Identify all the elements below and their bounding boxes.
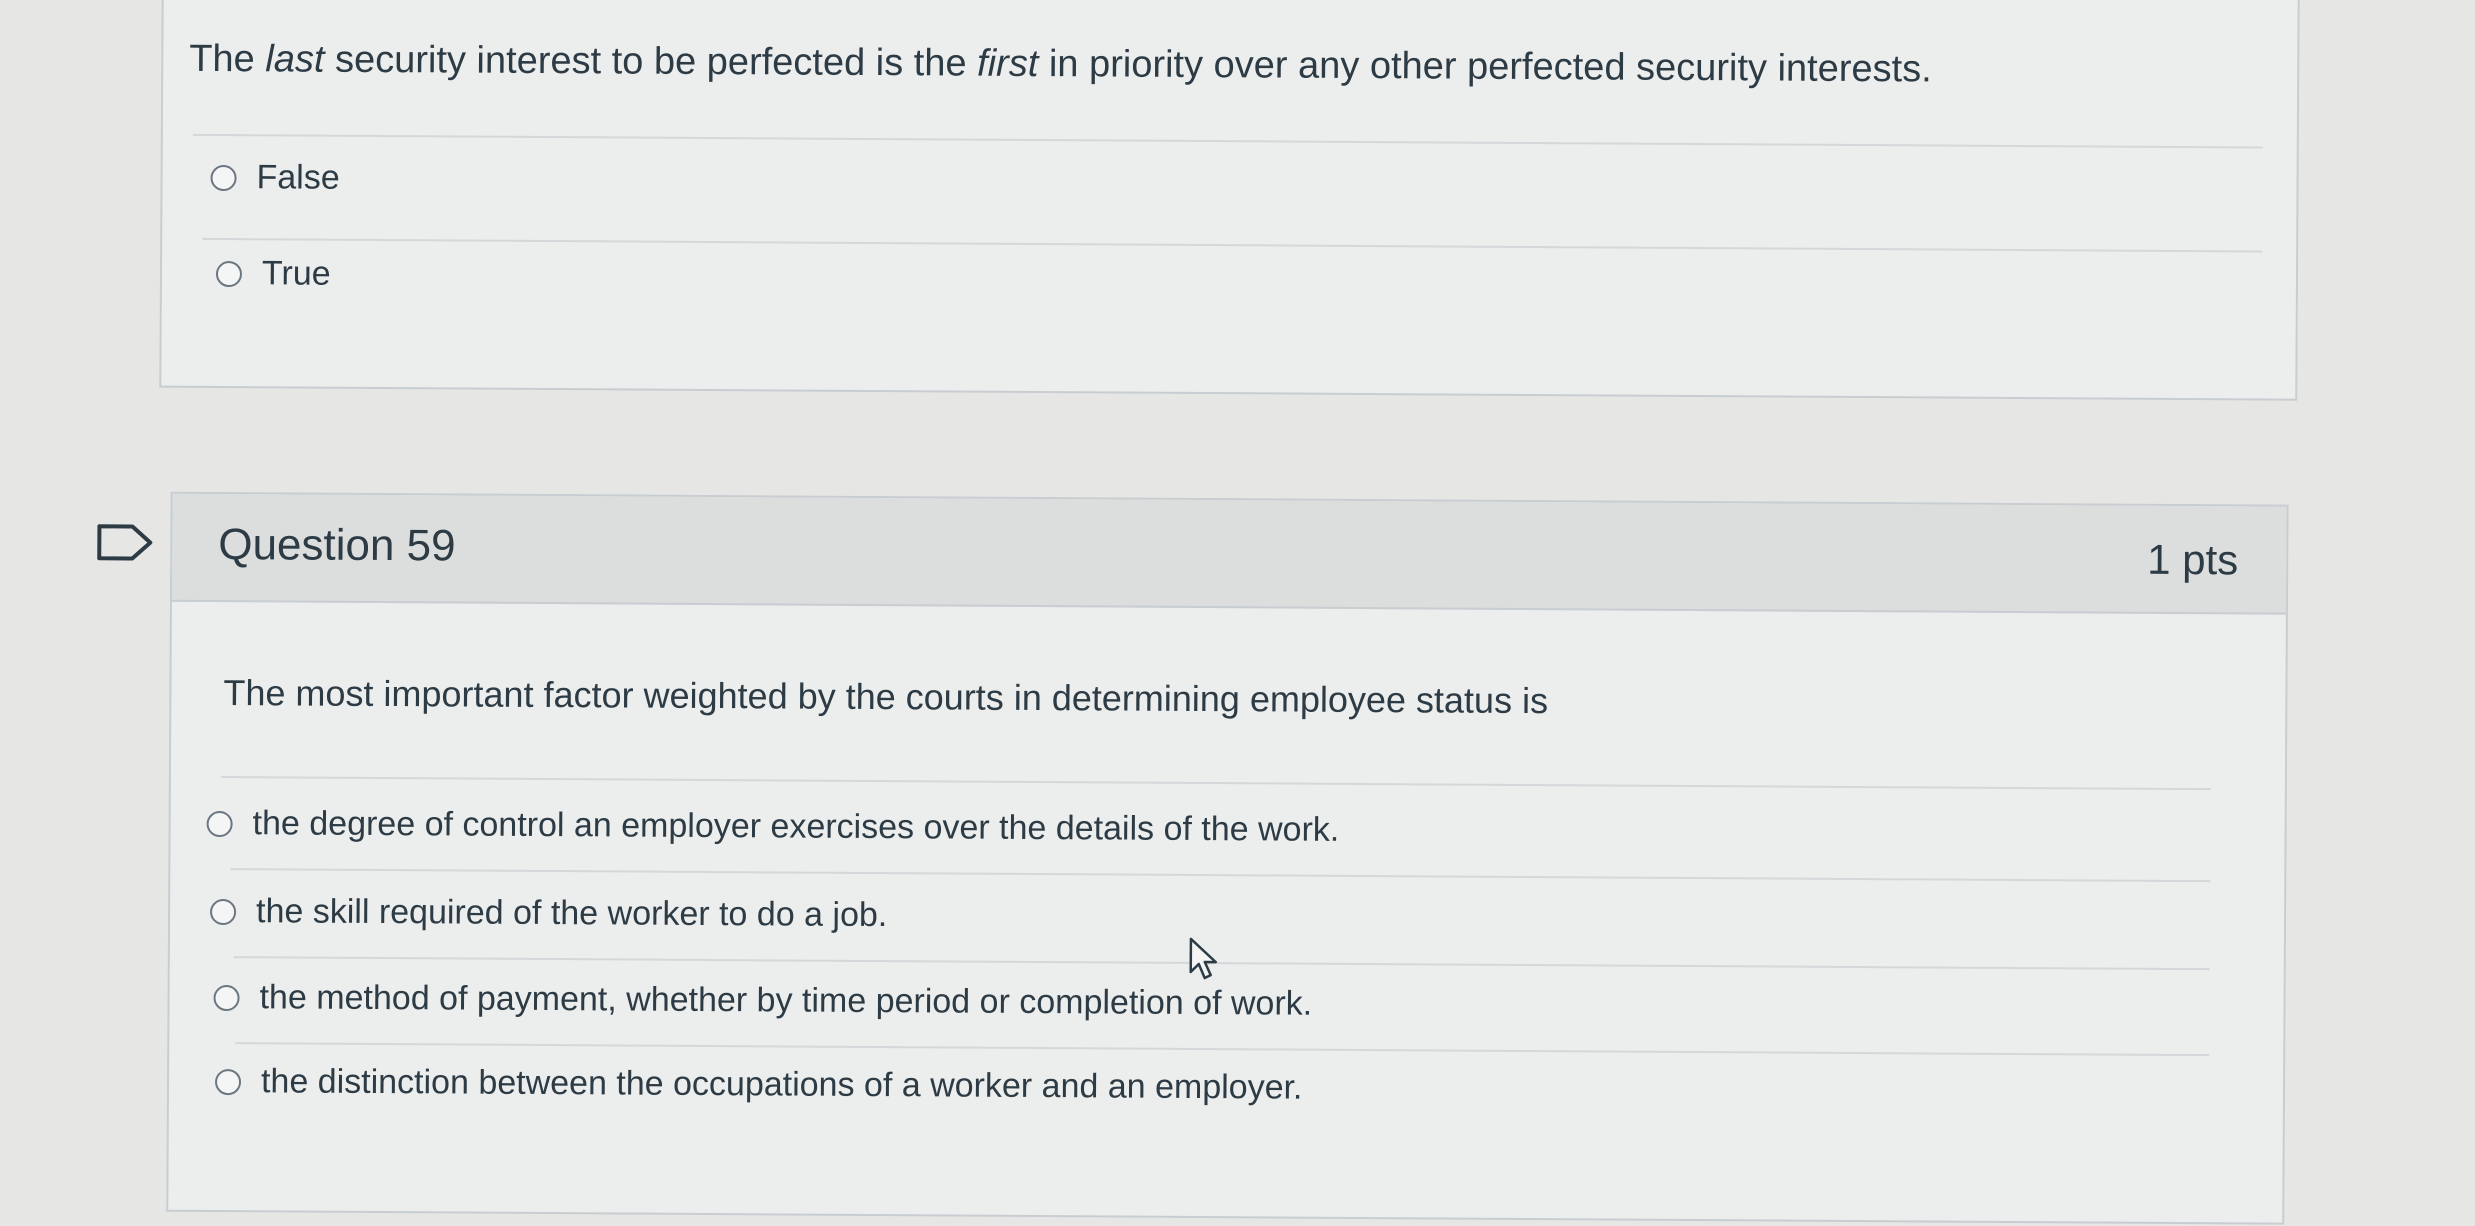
emphasis-last: last [265,38,325,81]
answer-divider [235,1042,2210,1057]
answer-label: the method of payment, whether by time p… [259,978,1313,1023]
radio-button[interactable] [215,260,243,287]
answer-option-4[interactable]: the distinction between the occupations … [214,1062,1303,1108]
radio-button[interactable] [209,898,237,925]
answer-label: the skill required of the worker to do a… [255,892,888,935]
answer-divider [192,133,2263,149]
quiz-page: The last security interest to be perfect… [0,0,2475,1225]
flag-question-icon[interactable] [96,523,154,561]
question-points: 1 pts [2147,535,2239,584]
answer-option-2[interactable]: the skill required of the worker to do a… [209,892,888,935]
answer-label: the degree of control an employer exerci… [252,804,1340,849]
radio-button[interactable] [206,810,233,837]
answer-option-1[interactable]: the degree of control an employer exerci… [206,804,1339,850]
answer-label: False [256,158,340,197]
answer-divider [230,868,2211,883]
answer-option-true[interactable]: True [215,254,331,294]
answer-divider [202,237,2263,253]
question-title: Question 59 [218,520,456,571]
radio-button[interactable] [213,984,240,1011]
mouse-pointer-icon [1189,937,1218,980]
question-card: Question 59 1 pts The most important fac… [166,491,2289,1225]
answer-label: the distinction between the occupations … [260,1062,1303,1107]
question-text: The most important factor weighted by th… [223,672,1549,722]
radio-button[interactable] [210,164,237,191]
previous-question-card: The last security interest to be perfect… [159,0,2300,401]
previous-question-text: The last security interest to be perfect… [189,37,1932,91]
answer-divider [220,776,2211,791]
radio-button[interactable] [214,1068,242,1095]
emphasis-first: first [977,42,1039,86]
question-header: Question 59 1 pts [171,493,2287,615]
answer-label: True [261,254,331,293]
answer-option-3[interactable]: the method of payment, whether by time p… [213,978,1312,1024]
answer-option-false[interactable]: False [210,158,340,198]
